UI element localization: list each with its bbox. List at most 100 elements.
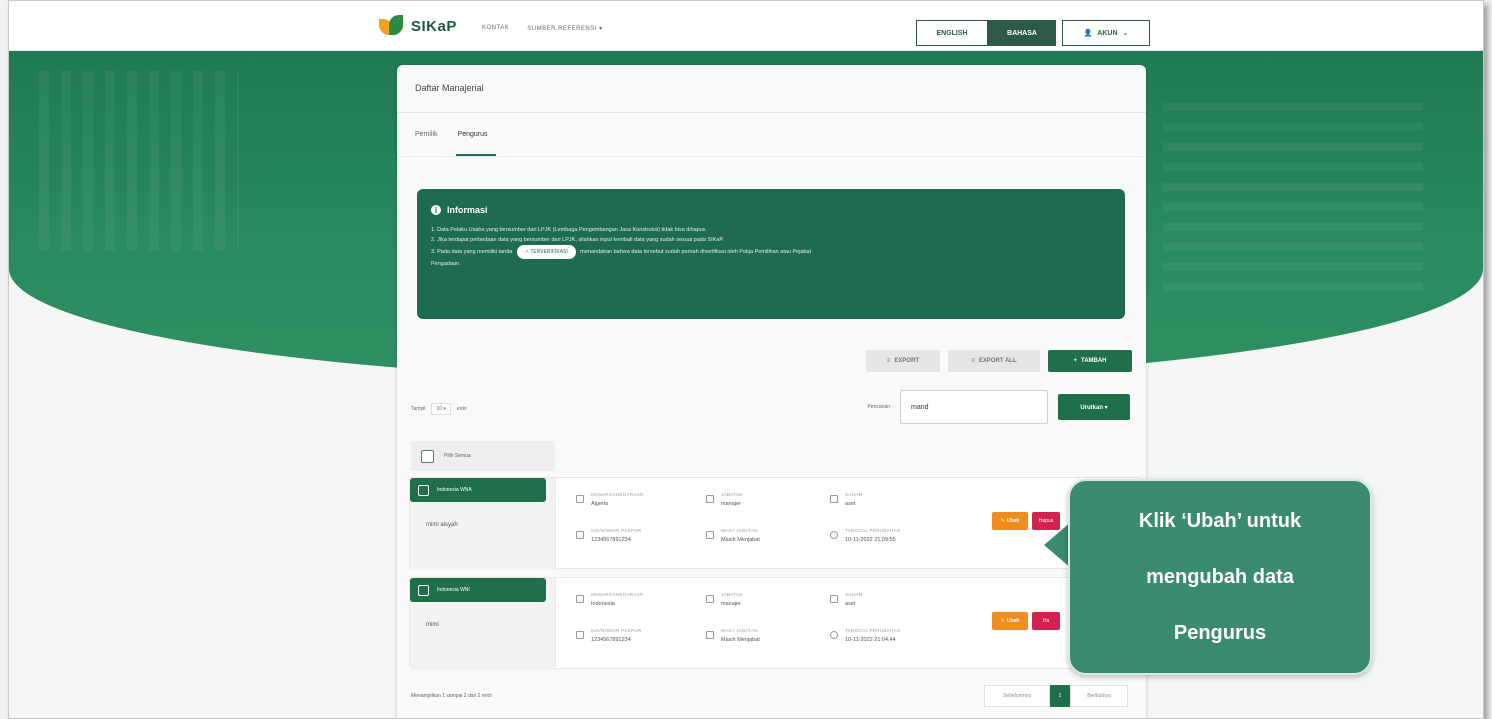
pagination-prev[interactable]: Sebelumnya: [984, 685, 1050, 707]
field-value: aset: [845, 501, 856, 507]
page-title: Daftar Manajerial: [397, 65, 1146, 113]
field-value: 1234567891234: [591, 537, 631, 543]
field-value: Indonesia: [591, 601, 615, 607]
row-checkbox[interactable]: [418, 584, 429, 596]
tab-pengurus[interactable]: Pengurus: [455, 113, 496, 156]
field-tenure: MASA JABATAN Masih Menjabat: [706, 528, 760, 543]
field-value: 10-11-2022 21:09:55: [845, 537, 896, 543]
search-input[interactable]: mand: [900, 390, 1048, 424]
field-value: Masih Menjabat: [721, 637, 760, 643]
field-label: SAHAM: [845, 492, 863, 497]
edit-button[interactable]: ✎ Ubah: [992, 612, 1028, 630]
export-label: EXPORT: [894, 358, 920, 364]
pagination-next[interactable]: Berikutnya: [1070, 685, 1128, 707]
document-icon: [830, 595, 838, 603]
verified-badge: ✓ TERVERIFIKASI: [516, 245, 576, 259]
briefcase-icon: [706, 495, 714, 503]
english-button[interactable]: ENGLISH: [916, 20, 988, 46]
tab-bar: Pemilik Pengurus: [397, 113, 1146, 157]
flag-icon: [576, 495, 584, 503]
edit-icon: ✎: [1000, 518, 1005, 524]
callout-line-1: Klik ‘Ubah’ untuk: [1138, 510, 1302, 532]
info-line-3a: 3. Pada data yang memiliki tanda: [431, 249, 513, 255]
clock-icon: [830, 631, 838, 639]
pagination: Sebelumnya 1 Berikutnya: [984, 685, 1128, 707]
export-all-button[interactable]: ≡ EXPORT ALL: [948, 350, 1040, 372]
tab-pemilik[interactable]: Pemilik: [415, 113, 448, 156]
briefcase-icon: [706, 595, 714, 603]
export-icon: ≡: [886, 358, 891, 364]
info-box: i Informasi 1. Data Pelaku Usaha yang be…: [417, 189, 1125, 319]
info-title-text: Informasi: [447, 205, 488, 215]
field-label: JABATAN: [721, 592, 743, 597]
select-all-label: Pilih Semua: [444, 453, 471, 459]
sort-button[interactable]: Urutkan ▾: [1058, 394, 1130, 420]
info-line-3: 3. Pada data yang memiliki tanda ✓ TERVE…: [431, 245, 1111, 259]
id-card-icon: [576, 631, 584, 639]
field-value: Masih Menjabat: [721, 537, 760, 543]
field-label: TANGGAL PERUBAHAN: [845, 628, 901, 633]
field-id-number: NIK/NOMOR PASPOR 1234567891234: [576, 628, 641, 643]
edit-button[interactable]: ✎ Ubah: [992, 512, 1028, 530]
action-buttons: ≡ EXPORT ≡ EXPORT ALL + TAMBAH: [866, 350, 1132, 372]
page-size-select[interactable]: 10 ▾: [431, 403, 451, 415]
add-button[interactable]: + TAMBAH: [1048, 350, 1132, 372]
field-label: NIK/NOMOR PASPOR: [591, 528, 642, 533]
logo-leaf-icon: [379, 15, 405, 37]
nav-sumber-referensi[interactable]: SUMBER REFERENSI ▾: [527, 25, 602, 32]
top-navbar: [9, 1, 1483, 51]
info-line-3b: menandakan bahwa data tersebut sudah per…: [580, 249, 812, 255]
row-name-panel: Indonesia WNA mimi aisyah: [410, 478, 556, 570]
field-citizenship: KEWARGANEGARAAN Algeria: [576, 492, 644, 507]
manajerial-card: Daftar Manajerial Pemilik Pengurus i Inf…: [397, 65, 1146, 718]
plus-icon: +: [1073, 358, 1077, 364]
search-area: Pencarian mand Urutkan ▾: [867, 390, 1130, 424]
field-citizenship: KEWARGANEGARAAN Indonesia: [576, 592, 644, 607]
field-value: aset: [845, 601, 856, 607]
field-id-number: NIK/NOMOR PASPOR 1234567891234: [576, 528, 641, 543]
chevron-down-icon: ⌄: [1122, 30, 1129, 37]
row-checkbox[interactable]: [418, 484, 429, 496]
main-nav: KONTAK SUMBER REFERENSI ▾: [482, 25, 603, 32]
select-all-checkbox[interactable]: [421, 449, 434, 463]
lock-icon: [706, 531, 714, 539]
status-chip: Indonesia WNA: [410, 478, 546, 502]
field-share: SAHAM aset: [830, 492, 863, 507]
field-value: Algeria: [591, 501, 609, 507]
bahasa-button[interactable]: BAHASA: [988, 20, 1056, 46]
callout-line-3: Pengurus: [1173, 622, 1267, 644]
sikap-logo[interactable]: SIKaP: [379, 15, 457, 37]
field-label: MASA JABATAN: [721, 628, 758, 633]
status-chip: Indonesia WNI: [410, 578, 546, 602]
field-share: SAHAM aset: [830, 592, 863, 607]
clock-icon: [830, 531, 838, 539]
field-label: JABATAN: [721, 492, 743, 497]
info-line-4: Pengadaan.: [431, 261, 461, 267]
export-all-label: EXPORT ALL: [978, 358, 1017, 364]
entries-summary: Menampilkan 1 sampai 2 dari 2 entri: [411, 693, 492, 699]
flag-icon: [576, 595, 584, 603]
browser-frame: SIKaP KONTAK SUMBER REFERENSI ▾ ENGLISH …: [8, 0, 1484, 719]
account-dropdown[interactable]: 👤 AKUN ⌄: [1062, 20, 1150, 46]
page-size-control: Tampil 10 ▾ entri: [411, 403, 467, 415]
add-label: TAMBAH: [1080, 358, 1107, 364]
field-label: KEWARGANEGARAAN: [591, 592, 644, 597]
edit-label: Ubah: [1006, 518, 1020, 524]
user-icon: 👤: [1083, 30, 1093, 37]
export-all-icon: ≡: [971, 358, 975, 364]
edit-icon: ✎: [1000, 618, 1005, 624]
person-name: mimi: [426, 622, 439, 628]
instruction-callout: Klik ‘Ubah’ untuk mengubah data Pengurus: [1068, 479, 1372, 675]
field-value: manajer: [721, 601, 741, 607]
info-icon: i: [431, 205, 441, 215]
field-value: 1234567891234: [591, 637, 631, 643]
delete-button[interactable]: Ha: [1032, 612, 1060, 630]
id-card-icon: [576, 531, 584, 539]
select-all[interactable]: Pilih Semua: [411, 441, 555, 471]
field-label: TANGGAL PERUBAHAN: [845, 528, 901, 533]
field-position: JABATAN manajer: [706, 592, 743, 607]
nav-kontak[interactable]: KONTAK: [482, 25, 509, 32]
field-value: 10-11-2022 21:04:44: [845, 637, 896, 643]
export-button[interactable]: ≡ EXPORT: [866, 350, 940, 372]
pagination-page-1[interactable]: 1: [1050, 685, 1070, 707]
